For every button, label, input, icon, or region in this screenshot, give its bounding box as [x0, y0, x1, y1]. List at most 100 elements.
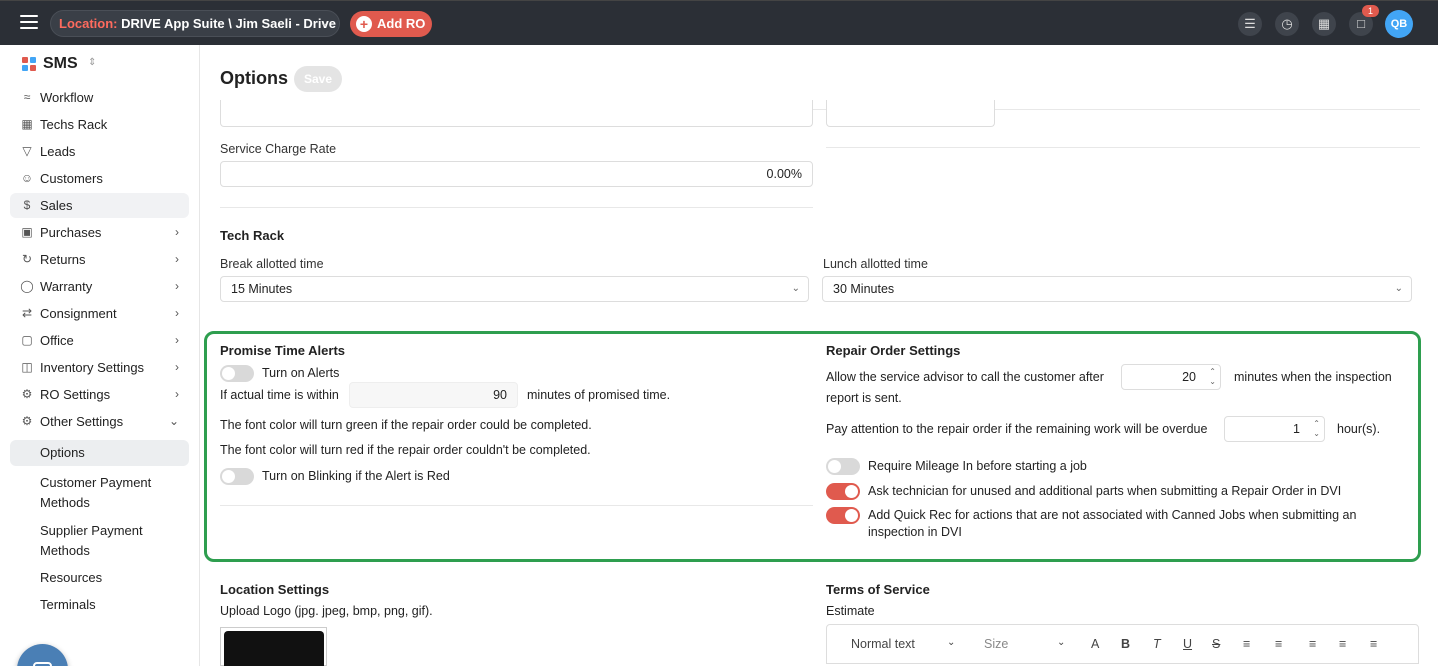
updown-icon: ⇕ [88, 57, 97, 68]
location-selector[interactable]: Location: DRIVE App Suite \ Jim Saeli - … [50, 10, 340, 37]
service-charge-label: Service Charge Rate [220, 142, 337, 156]
blinking-toggle[interactable] [220, 468, 254, 485]
calendar-icon[interactable]: ▦ [1312, 12, 1336, 36]
sidebar-item-label: RO Settings [40, 387, 111, 402]
avatar[interactable]: QB [1385, 10, 1413, 38]
upper-field[interactable] [220, 100, 813, 127]
sidebar-item-other-settings[interactable]: ⚙ Other Settings ⌄ [10, 409, 189, 434]
sidebar-subitem-customer-payment-methods[interactable]: Customer Payment Methods [10, 473, 189, 513]
list-icon[interactable]: ☰ [1238, 12, 1262, 36]
lunch-select[interactable]: 30 Minutes ⌄ [822, 276, 1412, 302]
format-select[interactable]: Normal text [851, 637, 915, 651]
break-label: Break allotted time [220, 257, 324, 271]
overdue-hours-stepper[interactable]: 1 ⌃ ⌄ [1224, 416, 1325, 442]
dollar-icon: $ [23, 198, 31, 212]
chat-bubble-icon [33, 662, 52, 666]
overdue-label: Pay attention to the repair order if the… [826, 422, 1208, 436]
chevron-down-icon: ⌄ [1057, 637, 1066, 648]
clock-icon[interactable]: ◷ [1275, 12, 1299, 36]
sidebar-item-purchases[interactable]: ▣ Purchases › [10, 220, 189, 245]
sidebar-item-label: Office [40, 333, 74, 348]
sidebar-item-leads[interactable]: ▽ Leads [10, 139, 189, 164]
call-minutes-stepper[interactable]: 20 ⌃ ⌄ [1121, 364, 1221, 390]
blinking-label: Turn on Blinking if the Alert is Red [262, 469, 450, 483]
shield-icon: ◯ [20, 279, 34, 293]
chat-support-button[interactable] [17, 644, 68, 666]
gears-icon: ⚙ [21, 387, 33, 401]
save-button[interactable]: Save [294, 66, 342, 92]
sidebar-item-sales[interactable]: $ Sales [10, 193, 189, 218]
sidebar-subitem-resources[interactable]: Resources [10, 568, 189, 588]
quick-rec-toggle[interactable] [826, 507, 860, 524]
quick-rec-label-2: inspection in DVI [868, 525, 962, 539]
logo-preview[interactable] [220, 627, 327, 666]
chevron-right-icon: › [175, 333, 179, 347]
red-text: The font color will turn red if the repa… [220, 443, 591, 457]
menu-icon[interactable] [20, 15, 38, 29]
repair-order-settings-title: Repair Order Settings [826, 343, 961, 358]
align-right-icon[interactable]: ≡ [1370, 637, 1377, 651]
call-label-2: minutes when the inspection [1234, 370, 1392, 384]
sidebar-item-techs-rack[interactable]: ▦ Techs Rack [10, 112, 189, 137]
break-select[interactable]: 15 Minutes ⌄ [220, 276, 809, 302]
gear-icon: ⚙ [21, 414, 33, 428]
add-ro-button[interactable]: + Add RO [350, 11, 432, 37]
underline-icon[interactable]: U [1183, 637, 1192, 651]
tech-rack-title: Tech Rack [220, 228, 285, 243]
sidebar-item-warranty[interactable]: ◯ Warranty › [10, 274, 189, 299]
chevron-right-icon: › [175, 252, 179, 266]
chevron-right-icon: › [175, 279, 179, 293]
notification-badge: 1 [1362, 5, 1379, 17]
parts-label: Ask technician for unused and additional… [868, 484, 1342, 498]
sidebar-item-label: Warranty [40, 279, 93, 294]
plus-icon: + [356, 16, 372, 32]
sidebar-subitem-terminals[interactable]: Terminals [10, 595, 189, 615]
mileage-toggle[interactable] [826, 458, 860, 475]
sidebar-item-ro-settings[interactable]: ⚙ RO Settings › [10, 382, 189, 407]
chevron-down-icon: ⌄ [791, 283, 800, 294]
stepper-arrows-icon[interactable]: ⌃ ⌄ [1313, 419, 1320, 439]
sidebar-subitem-options[interactable]: Options [10, 440, 189, 466]
upper-field-right[interactable] [826, 100, 995, 127]
location-value: DRIVE App Suite \ Jim Saeli - Drive [121, 16, 336, 31]
text-color-icon[interactable]: A [1091, 637, 1099, 651]
sidebar-item-label: Inventory Settings [40, 360, 145, 375]
sidebar-item-inventory-settings[interactable]: ◫ Inventory Settings › [10, 355, 189, 380]
overdue-suffix: hour(s). [1337, 422, 1381, 436]
logo-image [224, 631, 324, 666]
within-minutes-input[interactable]: 90 [349, 382, 518, 408]
bold-icon[interactable]: B [1121, 637, 1130, 651]
ordered-list-icon[interactable]: ≡ [1243, 637, 1250, 651]
add-ro-label: Add RO [377, 16, 426, 31]
call-label-3: report is sent. [826, 391, 902, 405]
location-settings-title: Location Settings [220, 582, 330, 597]
size-select[interactable]: Size [984, 637, 1008, 651]
chevron-right-icon: › [175, 387, 179, 401]
strikethrough-icon[interactable]: S [1212, 637, 1220, 651]
stepper-arrows-icon[interactable]: ⌃ ⌄ [1209, 367, 1216, 387]
top-bar: Location: DRIVE App Suite \ Jim Saeli - … [0, 0, 1438, 45]
sidebar-item-office[interactable]: ▢ Office › [10, 328, 189, 353]
sidebar-item-customers[interactable]: ☺ Customers [10, 166, 189, 191]
bullet-list-icon[interactable]: ≡ [1275, 637, 1282, 651]
call-minutes-value: 20 [1182, 370, 1196, 384]
refresh-icon: ↻ [21, 252, 33, 266]
align-left-icon[interactable]: ≡ [1309, 637, 1316, 651]
service-charge-input[interactable]: 0.00% [220, 161, 813, 187]
sidebar-subitem-supplier-payment-methods[interactable]: Supplier Payment Methods [10, 521, 189, 561]
chevron-down-icon: ⌄ [1394, 283, 1403, 294]
chevron-right-icon: › [175, 306, 179, 320]
parts-toggle[interactable] [826, 483, 860, 500]
upload-logo-label: Upload Logo (jpg. jpeg, bmp, png, gif). [220, 604, 433, 618]
align-center-icon[interactable]: ≡ [1339, 637, 1346, 651]
within-label: If actual time is within [220, 388, 339, 402]
divider [220, 505, 813, 506]
sidebar-item-workflow[interactable]: ≈ Workflow [10, 85, 189, 110]
turn-on-alerts-toggle[interactable] [220, 365, 254, 382]
sidebar-item-consignment[interactable]: ⇄ Consignment › [10, 301, 189, 326]
sidebar-item-label: Purchases [40, 225, 102, 240]
sidebar-item-returns[interactable]: ↻ Returns › [10, 247, 189, 272]
italic-icon[interactable]: T [1153, 637, 1161, 651]
terms-of-service-title: Terms of Service [826, 582, 930, 597]
mileage-label: Require Mileage In before starting a job [868, 459, 1087, 473]
